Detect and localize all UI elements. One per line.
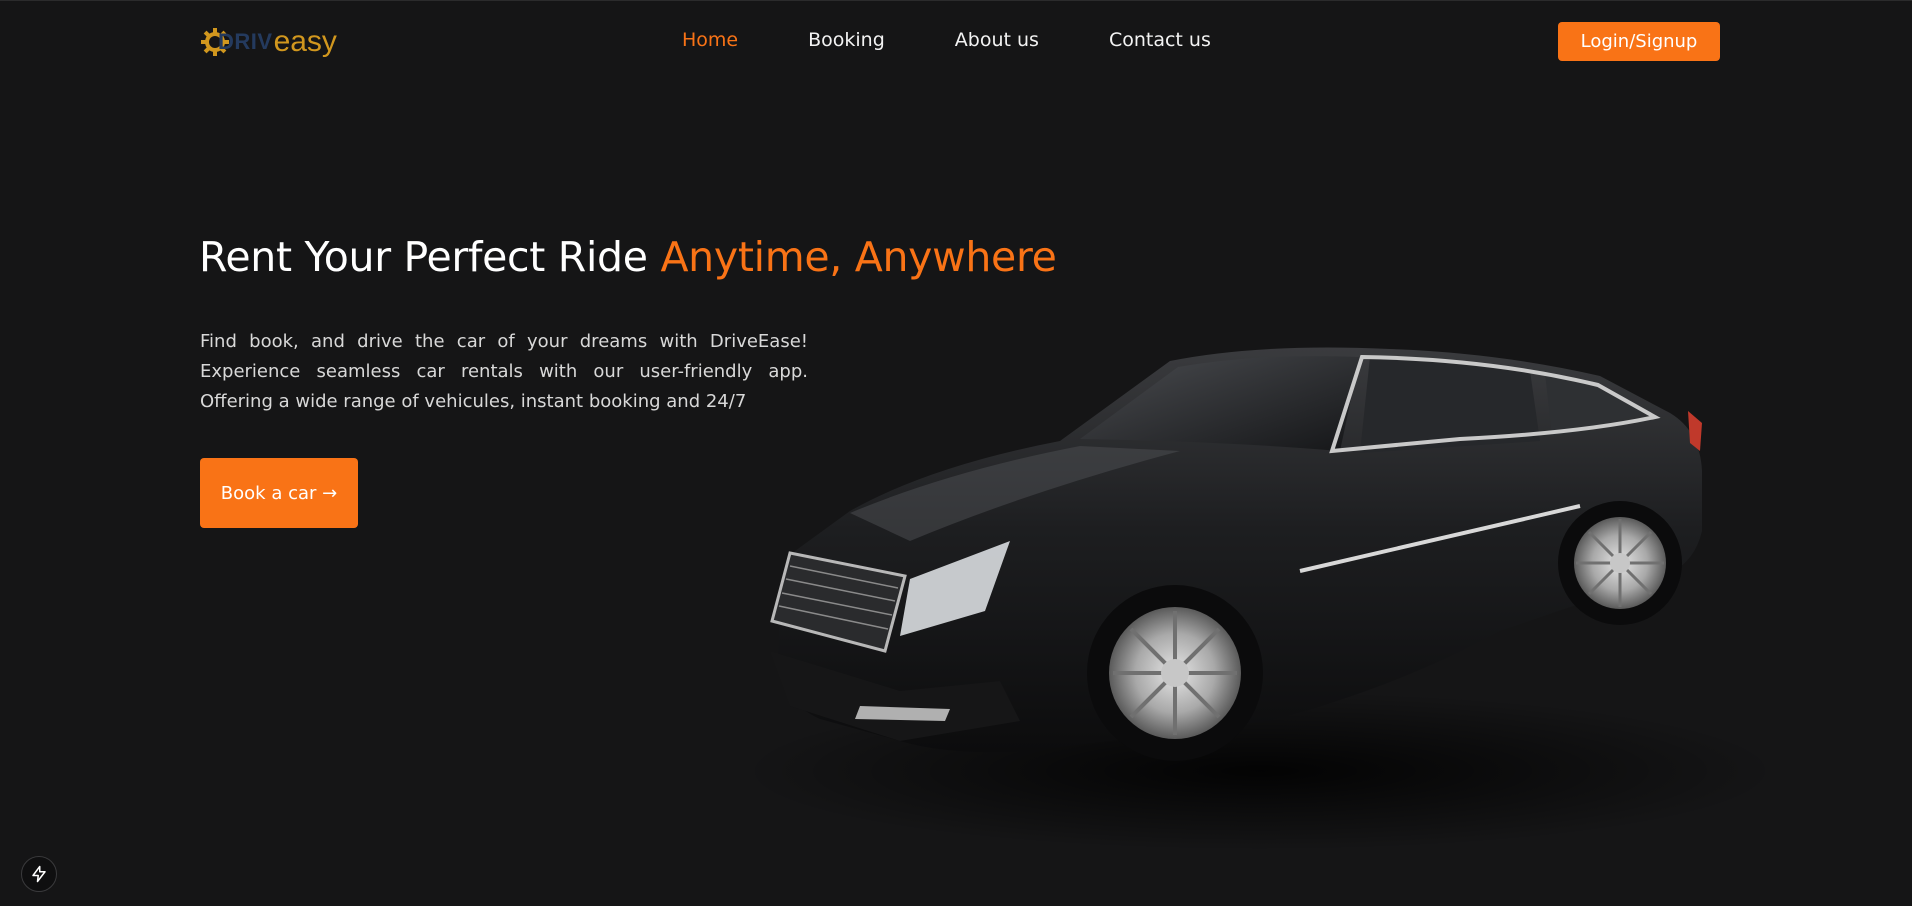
nav-link-about-us[interactable]: About us [955, 29, 1039, 51]
logo-text-easy: easy [273, 25, 337, 58]
devtools-toggle[interactable] [21, 856, 57, 892]
logo[interactable]: DRIV easy [200, 25, 337, 59]
page: DRIV easy Home Booking About us Contact … [0, 0, 1912, 906]
nav-link-contact-us[interactable]: Contact us [1109, 29, 1211, 51]
logo-text-driv: DRIV [218, 29, 273, 54]
lightning-icon [32, 865, 46, 883]
hero-title-main: Rent Your Perfect Ride [199, 233, 661, 281]
book-a-car-button[interactable]: Book a car → [200, 458, 358, 528]
top-navbar: DRIV easy Home Booking About us Contact … [0, 1, 1912, 83]
nav-link-home[interactable]: Home [682, 29, 738, 51]
hero-car-image [700, 301, 1780, 861]
car-image [740, 347, 1780, 851]
main-nav: Home Booking About us Contact us [682, 29, 1281, 51]
login-signup-button[interactable]: Login/Signup [1558, 22, 1720, 61]
hero-title: Rent Your Perfect Ride Anytime, Anywhere [199, 233, 1057, 281]
nav-link-booking[interactable]: Booking [808, 29, 885, 51]
hero-title-accent: Anytime, Anywhere [660, 233, 1057, 281]
